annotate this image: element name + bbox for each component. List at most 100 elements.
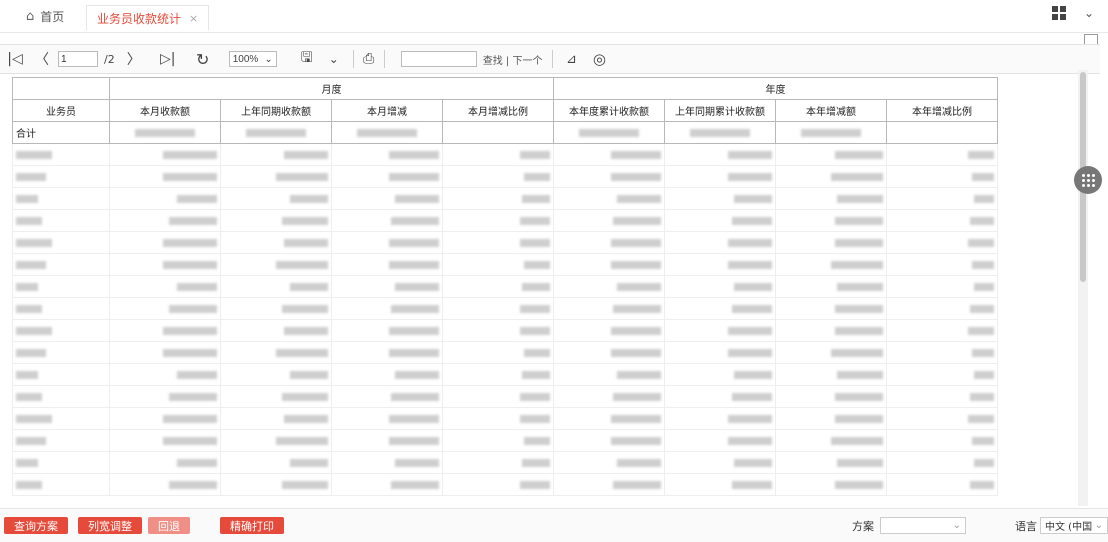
redacted-value [968, 238, 994, 247]
redacted-cell [109, 341, 221, 364]
prev-page-icon[interactable]: 〈 [30, 48, 54, 70]
redacted-cell [109, 363, 221, 386]
redacted-cell [553, 473, 665, 496]
next-page-icon[interactable]: 〉 [115, 48, 153, 70]
redacted-cell [109, 253, 221, 276]
redacted-value [972, 348, 994, 357]
zoom-select[interactable]: 100% ⌄ [228, 51, 277, 67]
home-icon: ⌂ [26, 8, 35, 24]
redacted-cell [109, 209, 221, 232]
redacted-cell [553, 143, 665, 166]
close-icon[interactable]: × [189, 12, 198, 25]
first-page-icon[interactable]: |◁ [0, 48, 30, 70]
redacted-cell [886, 363, 998, 386]
redacted-rows [12, 143, 998, 496]
header-group-row: 月度 年度 [12, 77, 998, 100]
redacted-cell [775, 143, 887, 166]
redacted-value [728, 414, 772, 423]
redacted-cell [886, 451, 998, 474]
table-row [12, 209, 998, 232]
language-select[interactable]: 中文 (中国 ⌄ [1040, 517, 1108, 534]
column-width-button[interactable]: 列宽调整 [78, 517, 142, 534]
table-row [12, 473, 998, 496]
redacted-cell [442, 275, 554, 298]
redacted-cell [664, 473, 776, 496]
redacted-value [968, 326, 994, 335]
redacted-value [395, 370, 439, 379]
redacted-value [177, 282, 217, 291]
redacted-value [282, 480, 328, 489]
redacted-value [974, 458, 994, 467]
save-icon[interactable]: 🖫 [287, 48, 327, 70]
redacted-cell [109, 165, 221, 188]
page-number-input[interactable] [58, 51, 98, 67]
rss-icon[interactable]: ⊿ [553, 48, 589, 70]
redacted-cell [775, 363, 887, 386]
redacted-cell [886, 165, 998, 188]
redacted-value [276, 260, 328, 269]
redacted-cell [220, 473, 332, 496]
redacted-cell [220, 143, 332, 166]
redacted-cell [331, 297, 443, 320]
redacted-value [177, 370, 217, 379]
tab-salesman-collection[interactable]: 业务员收款统计 × [86, 5, 210, 30]
redacted-cell [886, 407, 998, 430]
precise-print-button[interactable]: 精确打印 [220, 517, 284, 534]
print-icon[interactable]: ⎙ [354, 48, 384, 70]
chevron-down-icon[interactable]: ⌄ [1084, 6, 1094, 20]
redacted-value [282, 304, 328, 313]
redacted-value [837, 194, 883, 203]
col-year-change: 本年增减额 [775, 99, 887, 122]
save-dropdown-icon[interactable]: ⌄ [327, 48, 341, 70]
redacted-value [391, 304, 439, 313]
redacted-cell [220, 297, 332, 320]
search-input[interactable] [400, 51, 477, 67]
redacted-cell [553, 165, 665, 188]
redacted-value [974, 370, 994, 379]
refresh-icon[interactable]: ↻ [183, 48, 223, 70]
col-last-year-month: 上年同期收款额 [220, 99, 332, 122]
query-scheme-button[interactable]: 查询方案 [4, 517, 68, 534]
redacted-cell [109, 319, 221, 342]
redacted-value [169, 216, 217, 225]
redacted-value [520, 238, 550, 247]
redacted-value [389, 238, 439, 247]
redacted-cell [331, 165, 443, 188]
redacted-cell [775, 451, 887, 474]
redacted-value [276, 436, 328, 445]
search-links[interactable]: 查找 | 下一个 [483, 52, 543, 67]
table-row [12, 363, 998, 386]
redacted-value [831, 436, 883, 445]
apps-menu-button[interactable] [1074, 166, 1102, 194]
redacted-cell [12, 297, 110, 320]
camera-icon[interactable]: ◎ [589, 48, 609, 70]
last-page-icon[interactable]: ▷| [153, 48, 183, 70]
redacted-cell [220, 385, 332, 408]
back-button[interactable]: 回退 [148, 517, 190, 534]
header-row: 业务员 本月收款额 上年同期收款额 本月增减 本月增减比例 本年度累计收款额 上… [12, 99, 998, 122]
redacted-value [835, 238, 883, 247]
redacted-cell [331, 363, 443, 386]
scheme-select[interactable]: ⌄ [880, 517, 966, 534]
redacted-value [831, 348, 883, 357]
redacted-value [163, 414, 217, 423]
redacted-value [617, 282, 661, 291]
redacted-cell [775, 385, 887, 408]
redacted-cell [442, 341, 554, 364]
report-table: 月度 年度 业务员 本月收款额 上年同期收款额 本月增减 本月增减比例 本年度累… [12, 77, 998, 496]
redacted-cell [664, 253, 776, 276]
redacted-cell [664, 209, 776, 232]
redacted-value [728, 238, 772, 247]
redacted-cell [553, 319, 665, 342]
redacted-value [395, 458, 439, 467]
redacted-cell [331, 385, 443, 408]
redacted-value [970, 304, 994, 313]
redacted-value [728, 260, 772, 269]
grid-icon[interactable] [1051, 6, 1066, 20]
redacted-cell [331, 275, 443, 298]
tab-home[interactable]: ⌂ 首页 [26, 6, 64, 26]
redacted-cell [12, 209, 110, 232]
redacted-cell [775, 231, 887, 254]
redacted-cell [109, 231, 221, 254]
redacted-cell [775, 209, 887, 232]
